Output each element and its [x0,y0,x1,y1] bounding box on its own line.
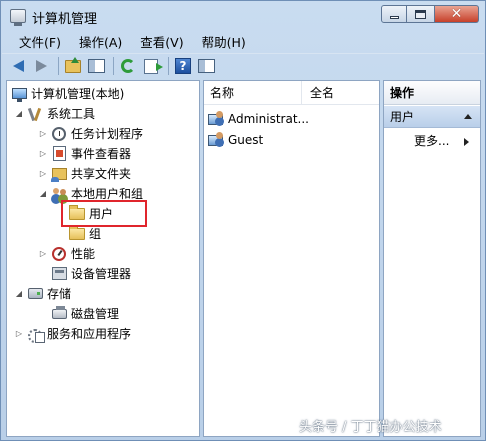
menu-bar: 文件(F) 操作(A) 查看(V) 帮助(H) [2,30,484,52]
show-hide-tree-button[interactable] [86,56,106,76]
more-actions-link[interactable]: 更多... [414,132,449,149]
window-title: 计算机管理 [32,12,98,27]
show-hide-action-pane-button[interactable] [196,56,216,76]
console-tree-pane[interactable]: 计算机管理(本地) ◢ 系统工具 ▷ 任务计划程序 ▷ 事件查看器 ▷ 共享文件… [6,80,200,437]
collapse-arrow-icon[interactable]: ◢ [14,109,24,119]
user-name: Guest [228,132,264,147]
tree-item-storage[interactable]: ◢ 存储 [14,284,71,303]
close-icon: ✕ [450,6,463,22]
expand-arrow-icon[interactable]: ▷ [38,249,48,259]
action-pane-icon [197,59,215,73]
list-header: 名称 全名 [204,80,379,105]
computer-management-icon [10,9,26,26]
menu-help[interactable]: 帮助(H) [196,32,252,51]
expand-arrow-icon[interactable]: ▷ [14,329,24,339]
title-bar[interactable]: 计算机管理 ✕ [1,1,485,30]
tree-item-label: 存储 [47,287,72,301]
forward-arrow-icon [35,60,47,72]
storage-icon [27,286,43,302]
window-controls: ✕ [381,5,479,23]
expand-arrow-icon[interactable]: ▷ [38,149,48,159]
tree-item-label: 性能 [71,247,96,261]
toolbar: ? [2,53,484,78]
menu-view[interactable]: 查看(V) [134,32,189,51]
toolbar-separator [168,57,169,75]
export-list-button[interactable] [141,56,163,76]
toolbar-separator [113,57,114,75]
tree-item-shared-folders[interactable]: ▷ 共享文件夹 [38,164,131,183]
user-name: Administrat... [228,111,309,126]
forward-button[interactable] [31,56,51,76]
tree-item-label: 计算机管理(本地) [31,87,125,101]
back-button[interactable] [8,56,28,76]
minimize-button[interactable] [381,5,407,23]
actions-header: 操作 [384,81,480,105]
help-button[interactable]: ? [173,56,193,76]
event-viewer-icon [51,146,67,162]
tree-item-label: 系统工具 [47,107,96,121]
collapse-arrow-icon[interactable]: ◢ [14,289,24,299]
up-level-button[interactable] [63,56,83,76]
menu-action[interactable]: 操作(A) [73,32,128,51]
watermark-text: 头条号 / 丁丁猫办公技术 [299,420,442,435]
expand-arrow-icon[interactable]: ▷ [38,129,48,139]
collapse-up-icon[interactable] [464,114,472,119]
actions-pane: 操作 用户 更多... [383,80,481,437]
minimize-icon [389,15,399,19]
disk-icon [51,305,67,322]
column-header-name[interactable]: 名称 [204,80,302,105]
more-actions-label: 更多... [414,134,450,148]
tools-icon [27,106,43,122]
expand-arrow-icon[interactable]: ▷ [38,169,48,179]
tree-item-label: 磁盘管理 [71,307,120,321]
user-icon [208,111,224,126]
tree-item-event-viewer[interactable]: ▷ 事件查看器 [38,144,131,163]
tree-item-services-apps[interactable]: ▷ 服务和应用程序 [14,324,131,343]
tree-item-label: 共享文件夹 [71,167,132,181]
tree-item-label: 任务计划程序 [71,127,144,141]
tree-item-device-manager[interactable]: 设备管理器 [51,264,131,283]
tree-item-root[interactable]: 计算机管理(本地) [11,84,124,103]
list-item[interactable]: Guest [208,130,263,149]
tree-item-performance[interactable]: ▷ 性能 [38,244,95,263]
result-list-pane[interactable]: 名称 全名 Administrat... Guest [203,80,380,437]
tree-item-task-scheduler[interactable]: ▷ 任务计划程序 [38,124,143,143]
shared-folder-icon [50,166,67,182]
tree-item-system-tools[interactable]: ◢ 系统工具 [14,104,95,123]
maximize-button[interactable] [407,5,435,23]
export-icon [144,58,163,74]
toolbar-separator [58,57,59,75]
computer-management-window: 计算机管理 ✕ 文件(F) 操作(A) 查看(V) 帮助(H) ? 计算机管理(… [0,0,486,441]
tree-item-label: 组 [89,227,102,241]
services-icon [27,326,45,343]
clock-icon [51,126,67,142]
device-manager-icon [51,266,67,282]
refresh-icon [121,59,135,73]
list-item[interactable]: Administrat... [208,109,309,128]
tree-item-label: 服务和应用程序 [47,327,132,341]
submenu-arrow-icon [464,138,469,146]
close-button[interactable]: ✕ [435,5,479,23]
console-tree-icon [87,59,105,73]
performance-icon [51,246,67,262]
collapse-arrow-icon[interactable]: ◢ [38,189,48,199]
back-arrow-icon [12,60,24,72]
tree-item-label: 设备管理器 [71,267,132,281]
highlight-annotation-box [61,200,147,227]
tree-item-label: 事件查看器 [71,147,132,161]
actions-section-label: 用户 [390,110,415,124]
folder-icon [69,224,85,242]
tree-item-disk-management[interactable]: 磁盘管理 [51,304,119,323]
refresh-button[interactable] [118,56,138,76]
user-icon [208,132,224,147]
actions-section-users[interactable]: 用户 [384,106,480,128]
menu-file[interactable]: 文件(F) [2,32,67,51]
maximize-icon [415,9,426,19]
column-header-full-name[interactable]: 全名 [302,81,379,105]
folder-up-icon [65,56,81,73]
computer-icon [11,86,27,102]
help-icon: ? [175,58,191,74]
